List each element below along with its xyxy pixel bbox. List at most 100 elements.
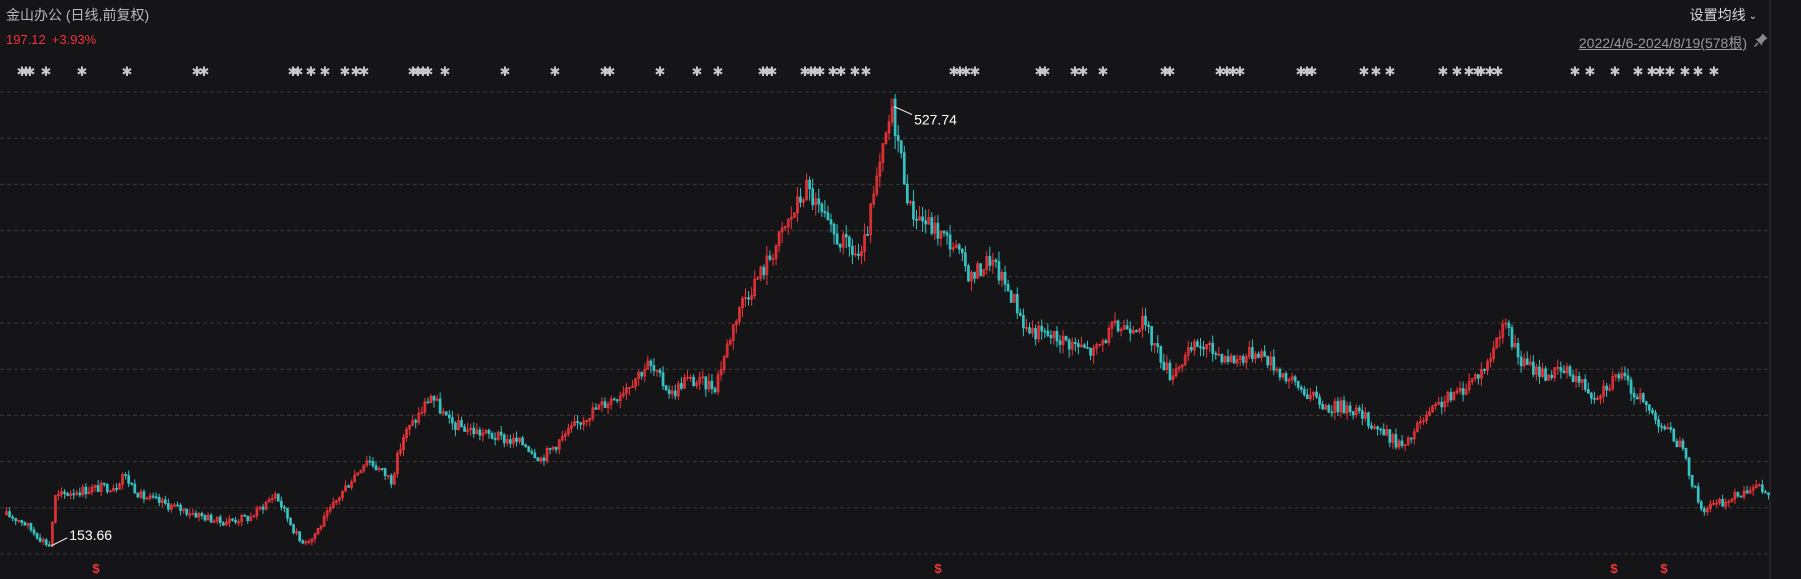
event-marker-icon[interactable]: ✱ — [550, 65, 561, 80]
event-marker-icon[interactable]: ✱ — [850, 65, 861, 80]
event-marker-icon[interactable]: ✱ — [1665, 65, 1676, 80]
event-marker-icon[interactable]: ✱ — [836, 65, 847, 80]
event-marker-icon[interactable]: ✱ — [1235, 65, 1246, 80]
candle-body — [603, 401, 607, 408]
candle — [576, 415, 579, 430]
event-marker-icon[interactable]: ✱ — [767, 65, 778, 80]
candle — [1070, 337, 1074, 356]
event-marker-icon[interactable]: ✱ — [1359, 65, 1370, 80]
candle-body — [1681, 440, 1685, 449]
candle-body — [1669, 427, 1673, 430]
event-marker-icon[interactable]: ✱ — [1570, 65, 1581, 80]
candle — [771, 253, 775, 266]
event-marker-icon[interactable]: ✱ — [340, 65, 351, 80]
s-signal-icon[interactable]: $ — [934, 561, 942, 576]
event-marker-icon[interactable]: ✱ — [1078, 65, 1089, 80]
candle — [1681, 438, 1685, 452]
event-marker-icon[interactable]: ✱ — [440, 65, 451, 80]
event-marker-icon[interactable]: ✱ — [1693, 65, 1704, 80]
candle-body — [154, 496, 158, 499]
candle — [47, 541, 51, 547]
candle-body — [283, 506, 286, 509]
candle — [878, 153, 882, 188]
candle — [8, 507, 11, 518]
candle — [1504, 317, 1508, 329]
event-marker-icon[interactable]: ✱ — [306, 65, 317, 80]
event-marker-icon[interactable]: ✱ — [1098, 65, 1109, 80]
candle — [1684, 447, 1688, 461]
event-marker-icon[interactable]: ✱ — [359, 65, 370, 80]
candle — [1080, 336, 1083, 348]
candle-body — [136, 492, 140, 498]
candle — [1260, 348, 1263, 362]
event-markers: ✱✱✱ ✱ ✱ ✱ ✱✱ ✱✱ ✱ ✱ ✱ ✱✱ ✱✱✱✱ ✱ ✱ ✱ ✱✱ ✱ ✱ ✱ ✱✱✱ ✱✱✱✱ ✱✱ ✱ ✱ ✱✱… — [17, 65, 1720, 80]
s-signal-icon[interactable]: $ — [1610, 561, 1618, 576]
event-marker-icon[interactable]: ✱ — [25, 65, 36, 80]
event-marker-icon[interactable]: ✱ — [1307, 65, 1318, 80]
event-marker-icon[interactable]: ✱ — [1385, 65, 1396, 80]
candle — [896, 125, 900, 153]
candle — [1131, 325, 1135, 335]
candle — [99, 480, 103, 497]
event-marker-icon[interactable]: ✱ — [1438, 65, 1449, 80]
candle — [57, 489, 60, 501]
event-marker-icon[interactable]: ✱ — [1371, 65, 1382, 80]
event-marker-icon[interactable]: ✱ — [1709, 65, 1720, 80]
event-marker-icon[interactable]: ✱ — [320, 65, 331, 80]
candle-body — [1263, 351, 1266, 357]
candle-body — [1266, 355, 1270, 366]
event-marker-icon[interactable]: ✱ — [605, 65, 616, 80]
candle-body — [979, 263, 982, 276]
candle-body — [1058, 340, 1062, 345]
high-label: 527.74 — [914, 112, 957, 128]
event-marker-icon[interactable]: ✱ — [293, 65, 304, 80]
candle — [1385, 424, 1389, 437]
event-marker-icon[interactable]: ✱ — [423, 65, 434, 80]
candle — [225, 517, 228, 526]
event-marker-icon[interactable]: ✱ — [861, 65, 872, 80]
candle — [762, 264, 766, 280]
event-marker-icon[interactable]: ✱ — [41, 65, 52, 80]
candle — [1641, 392, 1645, 404]
candle — [1318, 393, 1321, 409]
event-marker-icon[interactable]: ✱ — [1680, 65, 1691, 80]
event-marker-icon[interactable]: ✱ — [655, 65, 666, 80]
event-marker-icon[interactable]: ✱ — [970, 65, 981, 80]
candle — [405, 426, 408, 442]
event-marker-icon[interactable]: ✱ — [199, 65, 210, 80]
event-marker-icon[interactable]: ✱ — [1610, 65, 1621, 80]
candle-body — [1623, 372, 1627, 377]
event-marker-icon[interactable]: ✱ — [1040, 65, 1051, 80]
event-marker-icon[interactable]: ✱ — [1165, 65, 1176, 80]
event-marker-icon[interactable]: ✱ — [815, 65, 826, 80]
candle-body — [194, 512, 198, 518]
candle-body — [832, 223, 836, 235]
candle-body — [988, 255, 992, 266]
candle — [1666, 423, 1670, 430]
candle — [1092, 344, 1095, 364]
s-signal-icon[interactable]: $ — [1660, 561, 1668, 576]
event-marker-icon[interactable]: ✱ — [500, 65, 511, 80]
event-marker-icon[interactable]: ✱ — [122, 65, 133, 80]
event-marker-icon[interactable]: ✱ — [1633, 65, 1644, 80]
candlestick-chart[interactable]: ✱✱✱ ✱ ✱ ✱ ✱✱ ✱✱ ✱ ✱ ✱ ✱✱ ✱✱✱✱ ✱ ✱ ✱ ✱✱ ✱ ✱ ✱ ✱✱✱ ✱✱✱✱ ✱✱ ✱ ✱ ✱✱… — [0, 0, 1801, 579]
event-marker-icon[interactable]: ✱ — [1493, 65, 1504, 80]
event-marker-icon[interactable]: ✱ — [1585, 65, 1596, 80]
event-marker-icon[interactable]: ✱ — [77, 65, 88, 80]
candle — [1446, 390, 1450, 408]
event-marker-icon[interactable]: ✱ — [713, 65, 724, 80]
event-marker-icon[interactable]: ✱ — [692, 65, 703, 80]
candle — [1254, 351, 1257, 364]
candle — [1040, 319, 1044, 340]
candle — [548, 447, 552, 455]
event-marker-icon[interactable]: ✱ — [1452, 65, 1463, 80]
candle — [411, 414, 415, 427]
candle — [182, 508, 185, 514]
s-signal-icon[interactable]: $ — [92, 561, 100, 576]
candle — [557, 439, 561, 455]
candle — [197, 512, 201, 522]
candles — [5, 93, 1770, 548]
candle-body — [838, 243, 842, 248]
candle — [377, 466, 381, 472]
candle — [585, 419, 589, 427]
